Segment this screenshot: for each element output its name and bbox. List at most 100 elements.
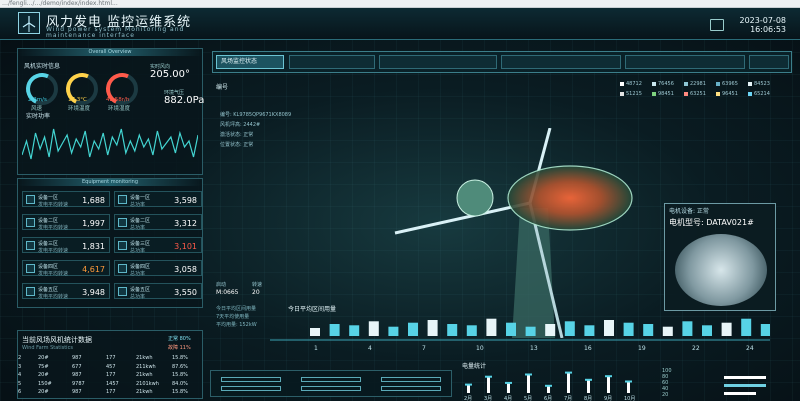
legend-swatch: [748, 91, 752, 96]
motor-status: 电机设备: 正常: [669, 208, 709, 215]
table-cell: 2101kwh: [136, 380, 159, 387]
lower-info-4: 20: [252, 289, 260, 296]
table-row[interactable]: 6 20# 987 177 21kwh 15.8%: [18, 389, 202, 396]
humidity-label: 环境湿度: [108, 106, 131, 112]
equipment-metric: 发电平均转速: [38, 271, 69, 277]
equipment-icon: [26, 241, 35, 250]
equipment-metric: 发电平均转速: [38, 294, 69, 300]
table-row[interactable]: 3 75# 677 457 211kwh 87.6%: [18, 364, 202, 371]
browser-address-bar[interactable]: …/fengli.../…/demo/index/index.html...: [0, 0, 800, 8]
control-slot-4[interactable]: [301, 386, 361, 391]
equipment-item[interactable]: 设备四区 发电平均转速 4,617: [22, 260, 110, 277]
control-line-2[interactable]: [724, 384, 766, 387]
control-slot-5[interactable]: [381, 377, 441, 382]
dashboard-stage: 风力发电 监控运维系统 Wind power system Monitoring…: [0, 8, 800, 401]
tab-segment[interactable]: [749, 55, 789, 69]
equipment-value: 1,831: [82, 242, 105, 251]
power-statistics-chart: 2月 3月 4月 5月 6月 7月 8月 9月 10月: [464, 371, 635, 401]
equipment-item[interactable]: 设备五区 总功率 3,550: [114, 283, 202, 300]
table-cell: 75#: [38, 363, 49, 370]
equipment-item[interactable]: 设备二区 发电平均转速 1,997: [22, 214, 110, 231]
month-label: 9月: [604, 396, 612, 401]
waveform-line: [22, 128, 198, 160]
hour-usage-chart: 1 4 7 10 13 16 19 22 24: [270, 318, 770, 352]
tab-segment[interactable]: [289, 55, 375, 69]
fan-info-line: 位置状态: 正常: [220, 142, 254, 148]
equipment-item[interactable]: 设备一区 总功率 3,598: [114, 191, 202, 208]
legend-swatch: [716, 91, 720, 96]
equipment-item[interactable]: 设备五区 发电平均转速 3,948: [22, 283, 110, 300]
logo-icon: [18, 12, 40, 34]
control-line-1[interactable]: [724, 376, 766, 379]
table-row[interactable]: 5 150# 9787 1457 2101kwh 84.0%: [18, 381, 202, 388]
table-row[interactable]: 4 20# 987 177 21kwh 15.8%: [18, 372, 202, 379]
realtime-power-waveform: [22, 128, 198, 160]
control-slot-1[interactable]: [221, 377, 281, 382]
table-cell: 87.6%: [172, 363, 188, 370]
tab-segment[interactable]: [625, 55, 745, 69]
equipment-icon: [118, 287, 127, 296]
equipment-name: 设备三区: [38, 241, 59, 247]
control-line-3[interactable]: [724, 392, 756, 395]
power-cap: [505, 381, 512, 384]
hour-bar: [427, 320, 438, 336]
equipment-metric: 总功率: [130, 225, 146, 231]
power-bar: [507, 382, 510, 393]
month-label: 8月: [584, 396, 592, 401]
fan-info-line: 风机坪高: 2442#: [220, 122, 261, 128]
power-bar: [567, 372, 570, 393]
equipment-item[interactable]: 设备三区 总功率 3,101: [114, 237, 202, 254]
tab-monitor-status[interactable]: 风场监控状态: [216, 55, 284, 69]
hour-bar: [643, 324, 654, 336]
power-cap: [465, 383, 472, 386]
table-cell: 987: [72, 372, 82, 378]
power-cap: [585, 378, 592, 381]
datetime: 2023-07-08 16:06:53: [740, 16, 787, 34]
humidity-value: 42.58r/h: [106, 97, 130, 103]
legend-label: 65214: [754, 91, 770, 97]
table-cell: 5: [18, 380, 22, 387]
tab-segment[interactable]: [501, 55, 621, 69]
equipment-icon: [26, 218, 35, 227]
month-label: 6月: [544, 396, 552, 401]
temperature-label: 环境温度: [68, 106, 91, 112]
table-cell: 9787: [72, 380, 85, 387]
table-row[interactable]: 2 20# 987 177 21kwh 15.8%: [18, 355, 202, 362]
temperature-value: 17.3°C: [68, 97, 87, 103]
month-label: 3月: [484, 396, 492, 401]
tab-segment[interactable]: [379, 55, 497, 69]
equipment-name: 设备二区: [38, 218, 59, 224]
table-cell: 211kwh: [136, 363, 156, 370]
overview-panel-title: Overall Overview: [18, 49, 202, 56]
equipment-item[interactable]: 设备四区 总功率 3,058: [114, 260, 202, 277]
power-bar: [547, 385, 550, 393]
equipment-name: 设备五区: [38, 287, 59, 293]
fan-info-line: 激活状态: 正常: [220, 132, 254, 138]
timeline-line-2: 7天平均使用量: [216, 314, 250, 320]
legend-swatch: [620, 91, 624, 96]
wind-turbine-model: [394, 128, 633, 338]
control-panel: [210, 370, 452, 397]
legend-swatch: [748, 81, 752, 86]
legend-item: 51215: [620, 91, 642, 97]
control-slot-2[interactable]: [221, 386, 281, 391]
equipment-value: 1,997: [82, 219, 105, 228]
fullscreen-icon[interactable]: [710, 19, 724, 31]
hour-chart-title: 今日平均区间用量: [288, 306, 337, 313]
hour-tick: 13: [530, 345, 538, 352]
legend-item: 98451: [652, 91, 674, 97]
equipment-item[interactable]: 设备一区 发电平均转速 1,688: [22, 191, 110, 208]
legend-swatch: [716, 81, 720, 86]
monitor-tab-bar: 风场监控状态: [212, 51, 792, 73]
table-cell: 987: [72, 355, 82, 361]
equipment-name: 设备一区: [130, 195, 151, 201]
control-slot-3[interactable]: [301, 377, 361, 382]
equipment-item[interactable]: 设备二区 总功率 3,312: [114, 214, 202, 231]
stats-subtitle: Wind Farm Statistics: [22, 345, 73, 351]
equipment-metric: 发电平均转速: [38, 248, 69, 254]
control-slot-6[interactable]: [381, 386, 441, 391]
month-label: 4月: [504, 396, 512, 401]
equipment-item[interactable]: 设备三区 发电平均转速 1,831: [22, 237, 110, 254]
hour-tick: 10: [476, 345, 484, 352]
equipment-metric: 总功率: [130, 294, 146, 300]
